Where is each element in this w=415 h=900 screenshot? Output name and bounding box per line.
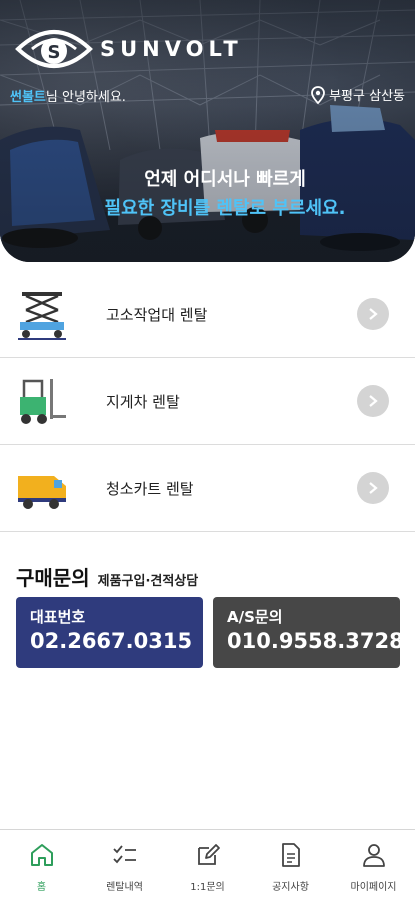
menu-label-forklift: 지게차 렌탈 [106, 392, 180, 411]
forklift-icon [20, 379, 66, 424]
slogan-line1: 언제 어디서나 빠르게 [144, 169, 306, 190]
scissor-lift-icon [18, 292, 66, 340]
greeting-suffix: 님 안녕하세요. [45, 90, 126, 105]
edit-icon [197, 844, 220, 865]
greeting-name: 썬볼트 [10, 90, 46, 105]
tab-home[interactable]: 홈 [0, 830, 83, 900]
bottom-tab-bar: 홈 렌탈내역 1:1문의 공지사항 마이페이지 [0, 829, 415, 900]
as-phone-card[interactable]: A/S문의 010.9558.3728 [213, 597, 404, 668]
chevron-right-icon[interactable] [357, 298, 389, 330]
main-phone-label: 대표번호 [30, 608, 86, 626]
menu-item-aerial-lift[interactable]: 고소작업대 렌탈 [0, 271, 415, 358]
greeting: 썬볼트님 안녕하세요. [10, 86, 126, 105]
home-icon [30, 844, 53, 866]
cleaning-cart-icon [18, 476, 66, 509]
tab-notice[interactable]: 공지사항 [249, 830, 332, 900]
sunvolt-logo[interactable]: S SUNVOLT [12, 18, 243, 80]
slogan-line2: 필요한 장비를 렌탈로 부르세요. [104, 198, 346, 219]
tab-inquiry[interactable]: 1:1문의 [166, 830, 249, 900]
logo-letter: S [48, 42, 61, 63]
main-phone-number: 02.2667.0315 [30, 629, 193, 653]
tab-label-rental-history: 렌탈내역 [106, 882, 143, 893]
chevron-right-icon[interactable] [357, 472, 389, 504]
purchase-title: 구매문의 [16, 566, 90, 590]
menu-label-aerial-lift: 고소작업대 렌탈 [106, 305, 208, 324]
menu-label-cleaning-cart: 청소카트 렌탈 [106, 479, 194, 498]
tab-rental-history[interactable]: 렌탈내역 [83, 830, 166, 900]
as-phone-label: A/S문의 [227, 608, 283, 626]
menu-item-cleaning-cart[interactable]: 청소카트 렌탈 [0, 445, 415, 532]
sunvolt-logo-mark: S [15, 30, 93, 68]
document-icon [281, 843, 300, 867]
location-text: 부평구 삼산동 [329, 89, 405, 104]
menu-item-forklift[interactable]: 지게차 렌탈 [0, 358, 415, 445]
tab-label-notice: 공지사항 [272, 882, 309, 893]
purchase-heading: 구매문의 제품구입·견적상담 [16, 562, 198, 591]
tab-label-inquiry: 1:1문의 [190, 882, 225, 893]
purchase-subtitle: 제품구입·견적상담 [97, 574, 199, 589]
location-selector[interactable]: 부평구 삼산동 [311, 85, 405, 104]
tab-mypage[interactable]: 마이페이지 [332, 830, 415, 900]
tab-label-mypage: 마이페이지 [350, 882, 397, 893]
rental-menu: 고소작업대 렌탈 지게차 렌탈 청소카트 렌탈 [0, 271, 415, 532]
logo-text: SUNVOLT [100, 37, 243, 61]
chevron-right-icon[interactable] [357, 385, 389, 417]
user-icon [362, 844, 385, 867]
hero-banner: S SUNVOLT 썬볼트님 안녕하세요. 부평구 삼산동 언제 어디서나 빠르… [0, 0, 415, 262]
main-phone-card[interactable]: 대표번호 02.2667.0315 [16, 597, 203, 668]
location-pin-icon [311, 85, 325, 104]
as-phone-number: 010.9558.3728 [227, 629, 404, 653]
tab-label-home: 홈 [36, 882, 47, 893]
checklist-icon [112, 845, 136, 864]
